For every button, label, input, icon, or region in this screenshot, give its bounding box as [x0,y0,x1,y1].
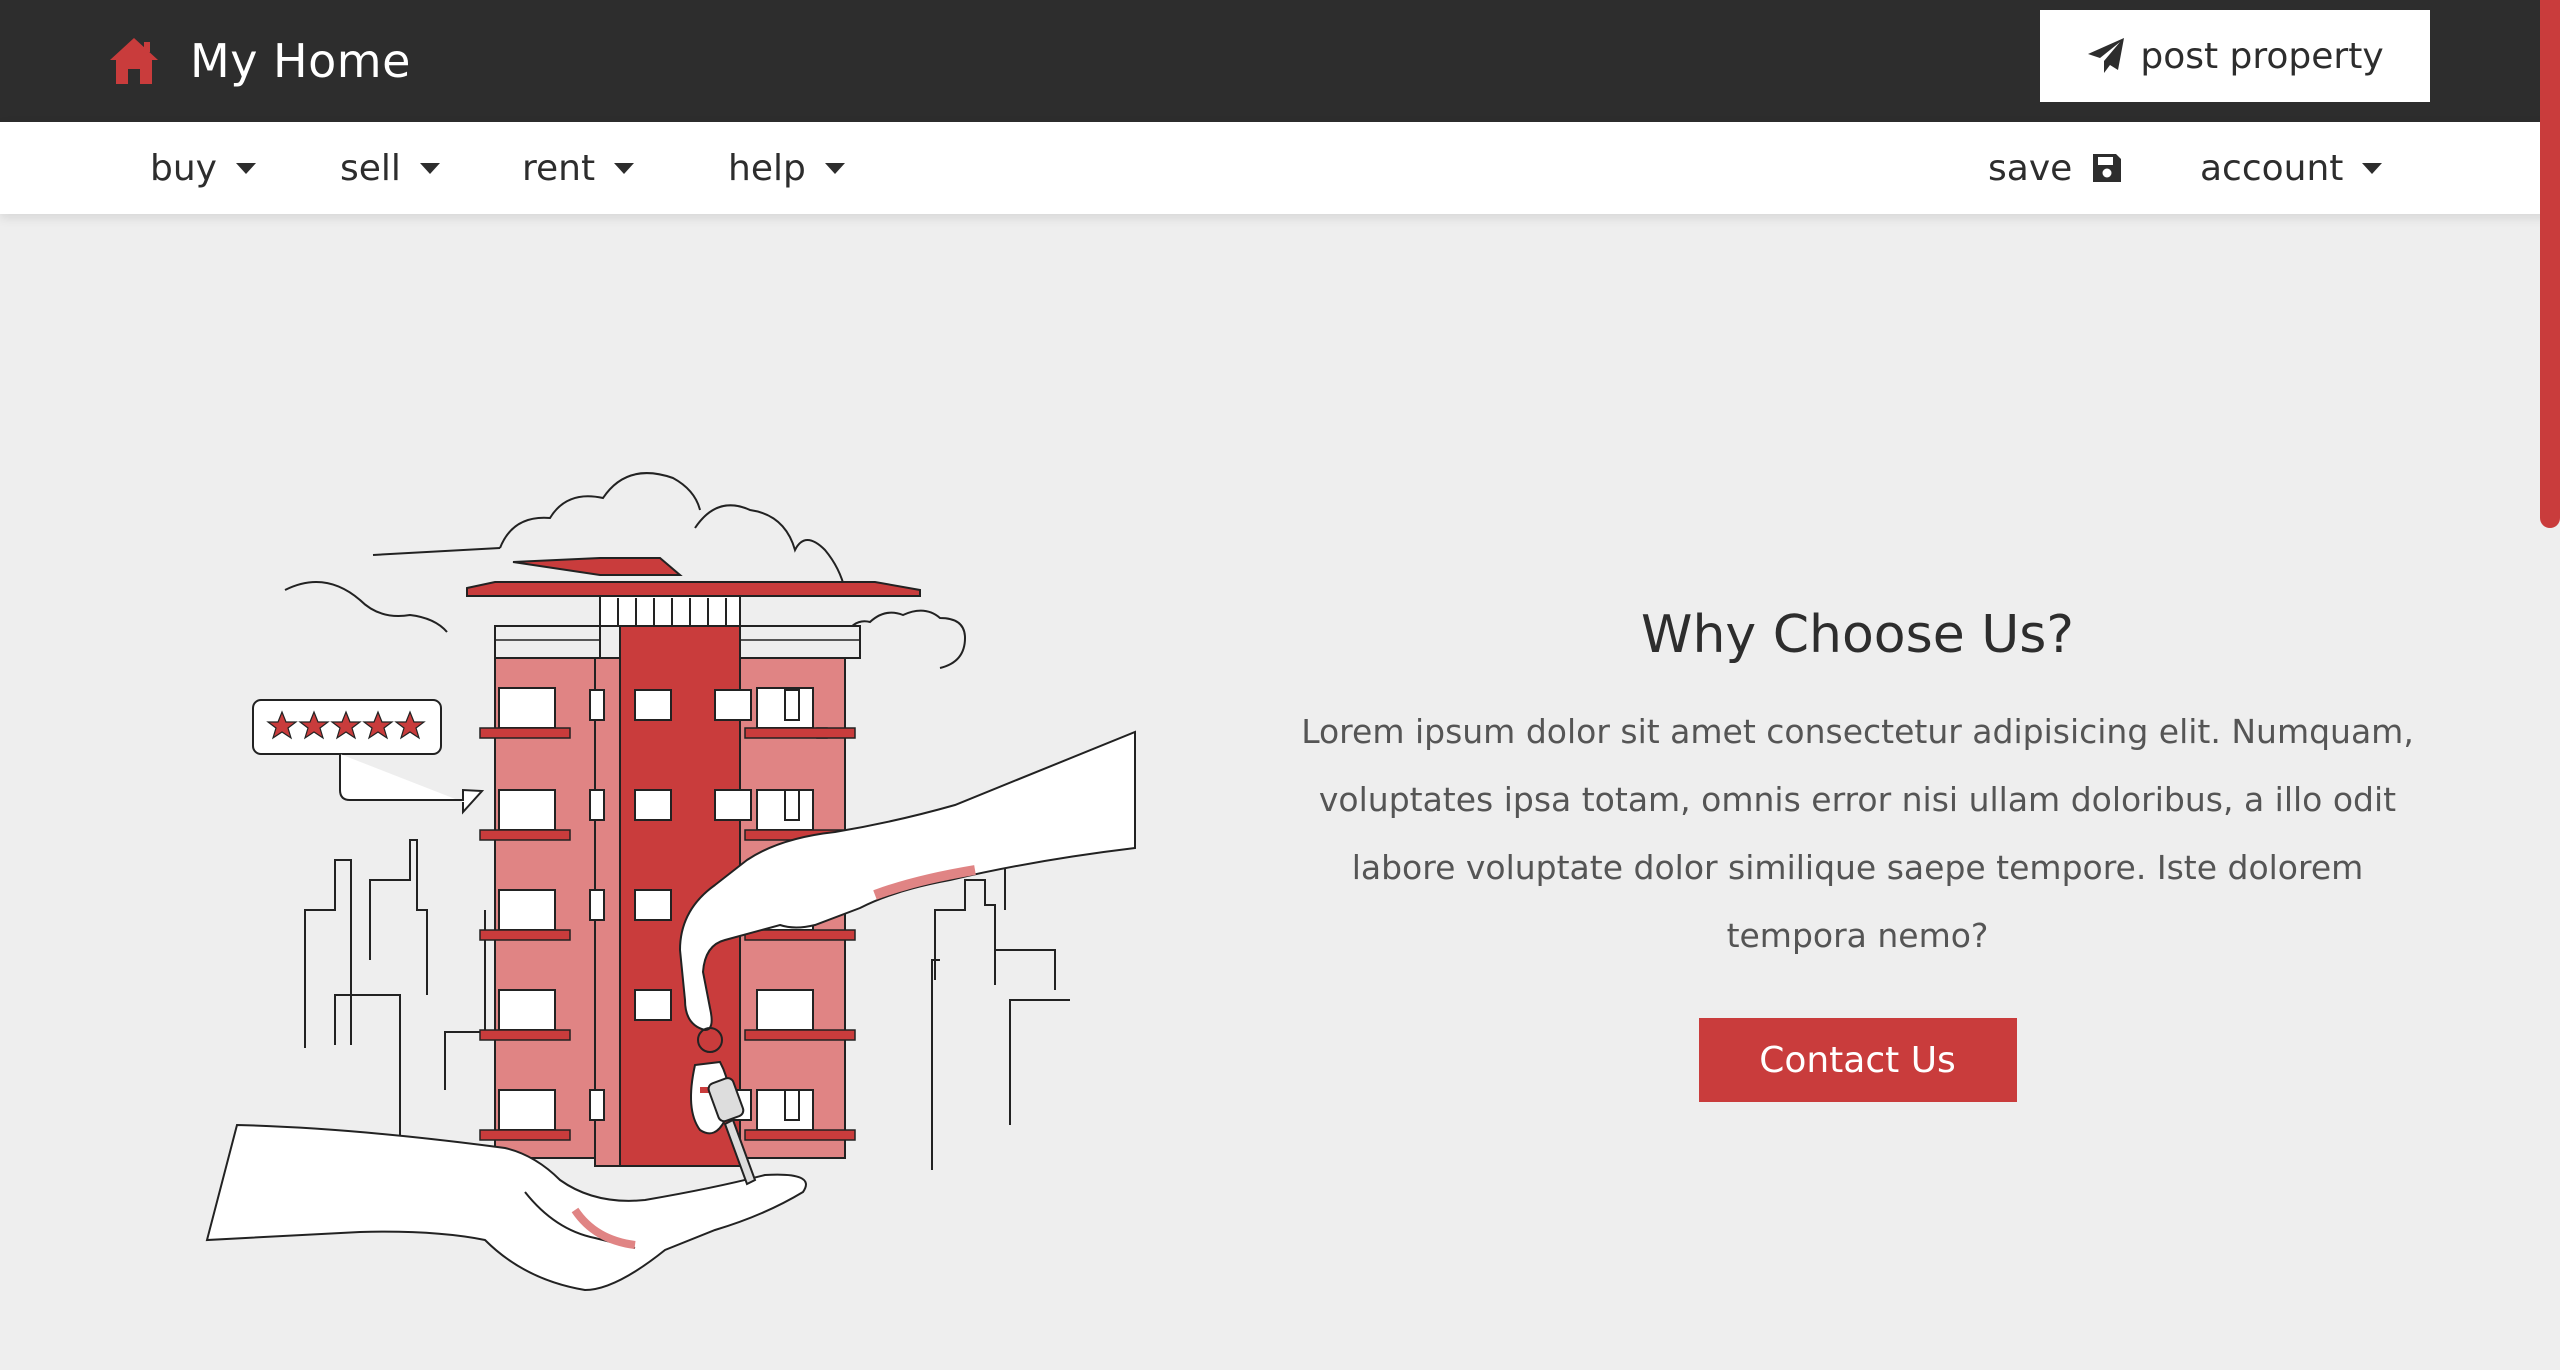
top-bar: My Home post property [0,0,2560,122]
nav-help[interactable]: help [728,122,846,214]
caret-down-icon [824,163,845,174]
rating-badge [252,699,485,815]
why-choose-us-section: Why Choose Us? Lorem ipsum dolor sit ame… [1280,590,2435,1102]
nav-save[interactable]: save [1988,122,2124,214]
brand-link[interactable]: My Home [108,0,411,122]
cloud-outline [694,504,846,591]
section-title: Why Choose Us? [1641,605,2074,665]
nav-buy-label: buy [150,147,217,189]
caret-down-icon [2362,163,2383,174]
contact-us-button[interactable]: Contact Us [1698,1018,2017,1102]
caret-down-icon [235,163,256,174]
cloud-outline [499,472,701,549]
paper-plane-icon [2088,38,2125,73]
nav-sell-label: sell [340,147,401,189]
nav-sell[interactable]: sell [340,122,441,214]
cloud-outline [284,581,448,633]
building-handover-illustration [205,472,1136,1292]
nav-buy[interactable]: buy [150,122,257,214]
post-property-button[interactable]: post property [2040,10,2430,102]
caret-down-icon [419,163,440,174]
nav-rent[interactable]: rent [522,122,635,214]
nav-bar: buy sell rent help save account [0,122,2560,214]
nav-rent-label: rent [522,147,596,189]
nav-account[interactable]: account [2200,122,2383,214]
nav-help-label: help [728,147,806,189]
section-description: Lorem ipsum dolor sit amet consectetur a… [1301,712,2414,955]
nav-save-label: save [1988,147,2073,189]
page-scrollbar-thumb[interactable] [2540,0,2560,528]
nav-account-label: account [2200,147,2344,189]
caret-down-icon [614,163,635,174]
home-icon [110,38,158,84]
floppy-disk-icon [2093,154,2122,182]
post-property-label: post property [2140,35,2384,77]
brand-name: My Home [190,34,411,88]
